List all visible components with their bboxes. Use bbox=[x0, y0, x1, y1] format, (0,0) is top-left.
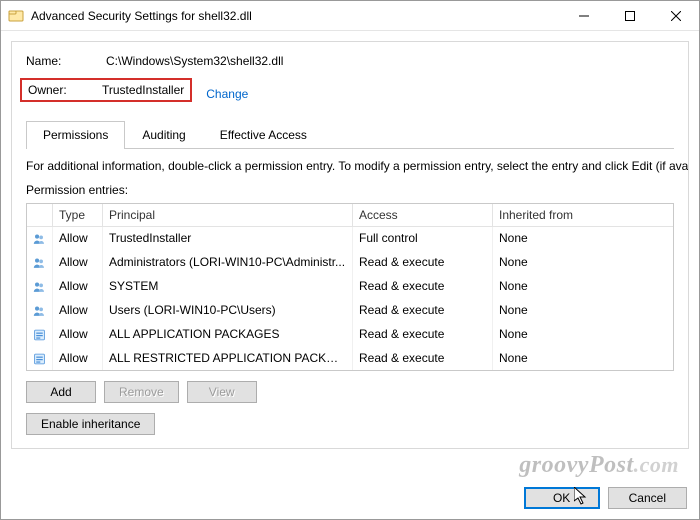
table-row[interactable]: AllowAdministrators (LORI-WIN10-PC\Admin… bbox=[27, 251, 673, 275]
minimize-button[interactable] bbox=[561, 1, 607, 31]
row-inherited: None bbox=[493, 251, 613, 275]
change-owner-link[interactable]: Change bbox=[206, 87, 248, 101]
enable-inheritance-button[interactable]: Enable inheritance bbox=[26, 413, 155, 435]
watermark: groovyPost.com bbox=[519, 452, 679, 479]
row-inherited: None bbox=[493, 299, 613, 323]
row-type: Allow bbox=[53, 299, 103, 323]
row-principal: Users (LORI-WIN10-PC\Users) bbox=[103, 299, 353, 323]
row-type: Allow bbox=[53, 227, 103, 251]
table-row[interactable]: AllowALL APPLICATION PACKAGESRead & exec… bbox=[27, 323, 673, 347]
row-access: Full control bbox=[353, 227, 493, 251]
row-type: Allow bbox=[53, 347, 103, 371]
close-button[interactable] bbox=[653, 1, 699, 31]
window-title: Advanced Security Settings for shell32.d… bbox=[31, 9, 561, 23]
permission-entries-label: Permission entries: bbox=[26, 183, 674, 197]
name-row: Name: C:\Windows\System32\shell32.dll bbox=[26, 54, 674, 68]
owner-highlight: Owner: TrustedInstaller bbox=[20, 78, 192, 102]
row-icon bbox=[27, 227, 53, 251]
row-icon bbox=[27, 323, 53, 347]
tabs: Permissions Auditing Effective Access bbox=[26, 120, 674, 149]
row-inherited: None bbox=[493, 323, 613, 347]
name-label: Name: bbox=[26, 54, 106, 68]
tab-effective-access[interactable]: Effective Access bbox=[203, 121, 324, 149]
row-inherited: None bbox=[493, 227, 613, 251]
header-principal[interactable]: Principal bbox=[103, 204, 353, 226]
table-row[interactable]: AllowTrustedInstallerFull controlNone bbox=[27, 227, 673, 251]
ok-button[interactable]: OK bbox=[524, 487, 600, 509]
titlebar: Advanced Security Settings for shell32.d… bbox=[1, 1, 699, 31]
main-panel: Name: C:\Windows\System32\shell32.dll Ow… bbox=[11, 41, 689, 449]
row-access: Read & execute bbox=[353, 275, 493, 299]
header-access[interactable]: Access bbox=[353, 204, 493, 226]
row-principal: SYSTEM bbox=[103, 275, 353, 299]
row-principal: ALL RESTRICTED APPLICATION PACKAGES bbox=[103, 347, 353, 371]
dialog-footer: OK Cancel bbox=[524, 487, 687, 509]
tab-auditing[interactable]: Auditing bbox=[125, 121, 202, 149]
owner-label: Owner: bbox=[28, 83, 102, 97]
row-icon bbox=[27, 275, 53, 299]
table-header: Type Principal Access Inherited from bbox=[27, 204, 673, 227]
row-type: Allow bbox=[53, 275, 103, 299]
table-row[interactable]: AllowSYSTEMRead & executeNone bbox=[27, 275, 673, 299]
maximize-button[interactable] bbox=[607, 1, 653, 31]
row-principal: TrustedInstaller bbox=[103, 227, 353, 251]
table-row[interactable]: AllowALL RESTRICTED APPLICATION PACKAGES… bbox=[27, 347, 673, 371]
row-access: Read & execute bbox=[353, 347, 493, 371]
row-icon bbox=[27, 299, 53, 323]
owner-value: TrustedInstaller bbox=[102, 83, 184, 97]
row-type: Allow bbox=[53, 251, 103, 275]
row-access: Read & execute bbox=[353, 323, 493, 347]
permissions-table[interactable]: Type Principal Access Inherited from All… bbox=[26, 203, 674, 371]
row-type: Allow bbox=[53, 323, 103, 347]
header-inherited[interactable]: Inherited from bbox=[493, 204, 613, 226]
row-inherited: None bbox=[493, 275, 613, 299]
table-row[interactable]: AllowUsers (LORI-WIN10-PC\Users)Read & e… bbox=[27, 299, 673, 323]
row-icon bbox=[27, 347, 53, 371]
row-principal: Administrators (LORI-WIN10-PC\Administr.… bbox=[103, 251, 353, 275]
view-button: View bbox=[187, 381, 257, 403]
row-access: Read & execute bbox=[353, 299, 493, 323]
tab-permissions[interactable]: Permissions bbox=[26, 121, 125, 149]
remove-button: Remove bbox=[104, 381, 179, 403]
row-inherited: None bbox=[493, 347, 613, 371]
info-text: For additional information, double-click… bbox=[26, 159, 674, 173]
row-principal: ALL APPLICATION PACKAGES bbox=[103, 323, 353, 347]
add-button[interactable]: Add bbox=[26, 381, 96, 403]
name-value: C:\Windows\System32\shell32.dll bbox=[106, 54, 283, 68]
row-icon bbox=[27, 251, 53, 275]
window-icon bbox=[1, 8, 31, 24]
header-type[interactable]: Type bbox=[53, 204, 103, 226]
cancel-button[interactable]: Cancel bbox=[608, 487, 687, 509]
row-access: Read & execute bbox=[353, 251, 493, 275]
